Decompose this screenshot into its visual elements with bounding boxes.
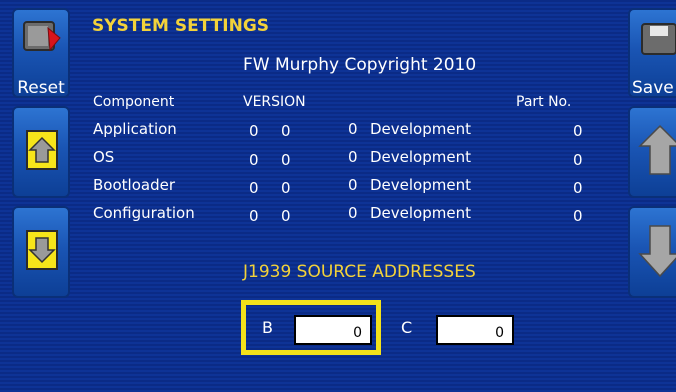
address-b-field[interactable]: 0 — [294, 315, 372, 345]
build-type: Development — [370, 120, 471, 138]
component-name: Configuration — [93, 204, 195, 222]
version-minor: 0 — [281, 179, 291, 197]
component-name: Bootloader — [93, 176, 175, 194]
version-major: 0 — [249, 207, 259, 225]
version-header: VERSION — [243, 94, 306, 110]
copyright-text: FW Murphy Copyright 2010 — [243, 55, 477, 75]
version-patch: 0 — [348, 204, 358, 222]
address-c-label: C — [401, 318, 413, 337]
version-major: 0 — [249, 151, 259, 169]
reset-button[interactable]: Reset — [12, 8, 70, 98]
part-number: 0 — [573, 207, 583, 225]
build-type: Development — [370, 204, 471, 222]
version-minor: 0 — [281, 122, 291, 140]
component-name: OS — [93, 148, 115, 166]
component-header: Component — [93, 94, 175, 110]
right-up-button[interactable] — [628, 106, 676, 198]
page-title: SYSTEM SETTINGS — [92, 16, 270, 36]
address-c-field[interactable]: 0 — [436, 315, 514, 345]
part-number: 0 — [573, 179, 583, 197]
component-name: Application — [93, 120, 177, 138]
version-patch: 0 — [348, 120, 358, 138]
version-patch: 0 — [348, 148, 358, 166]
build-type: Development — [370, 148, 471, 166]
arrow-down-icon — [638, 225, 676, 278]
scroll-up-button[interactable] — [12, 106, 70, 198]
scroll-down-button[interactable] — [12, 206, 70, 298]
save-icon — [641, 23, 676, 55]
arrow-up-icon — [638, 124, 676, 175]
right-down-button[interactable] — [628, 206, 676, 298]
reset-label: Reset — [17, 78, 65, 98]
address-b-label: B — [262, 318, 273, 337]
save-label: Save — [632, 78, 674, 98]
version-major: 0 — [249, 122, 259, 140]
system-settings-screen: Reset Save SYSTEM SETTINGS FW Murphy Cop… — [0, 0, 676, 392]
part-number: 0 — [573, 151, 583, 169]
part-number: 0 — [573, 122, 583, 140]
version-major: 0 — [249, 179, 259, 197]
reset-icon — [23, 21, 61, 52]
version-patch: 0 — [348, 176, 358, 194]
version-minor: 0 — [281, 151, 291, 169]
arrow-down-icon — [26, 230, 58, 270]
version-minor: 0 — [281, 207, 291, 225]
part-number-header: Part No. — [516, 94, 572, 110]
build-type: Development — [370, 176, 471, 194]
arrow-up-icon — [26, 130, 58, 170]
save-button[interactable]: Save — [628, 8, 676, 98]
source-addresses-title: J1939 SOURCE ADDRESSES — [243, 262, 476, 282]
